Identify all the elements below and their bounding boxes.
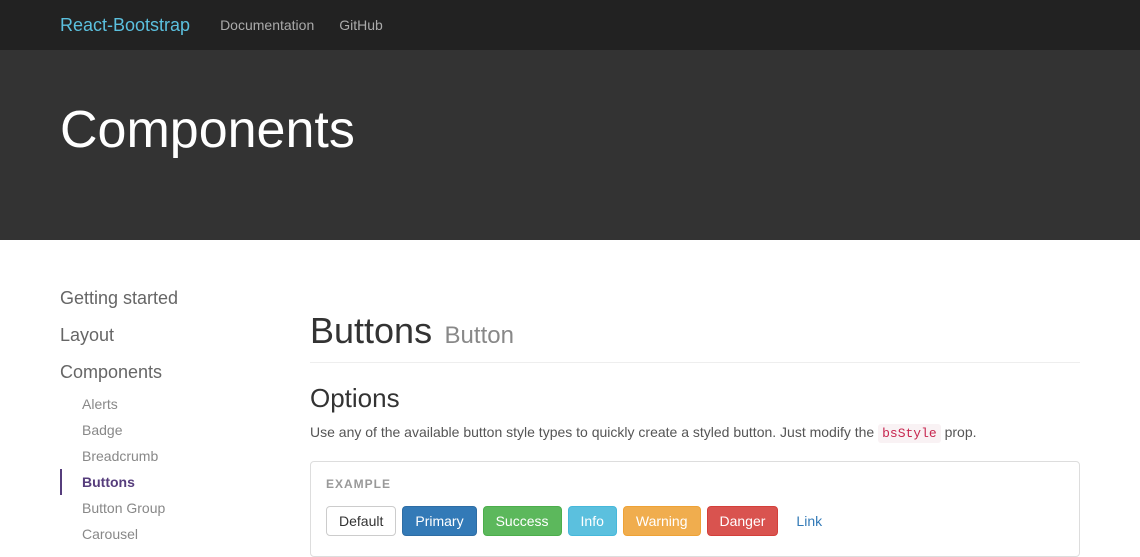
main: Buttons Button Options Use any of the av… — [290, 280, 1080, 557]
navbar: React-Bootstrap Documentation GitHub — [0, 0, 1140, 50]
default-button[interactable]: Default — [326, 506, 396, 536]
danger-button[interactable]: Danger — [707, 506, 779, 536]
page-header: Buttons Button — [310, 310, 1080, 363]
sidebar-item-breadcrumb[interactable]: Breadcrumb — [60, 443, 290, 469]
hero: Components — [0, 50, 1140, 240]
sidebar-item-carousel[interactable]: Carousel — [60, 521, 290, 547]
desc-text-post: prop. — [945, 424, 977, 440]
sidebar-item-alerts[interactable]: Alerts — [60, 391, 290, 417]
content: Getting started Layout Components Alerts… — [0, 240, 1140, 557]
sidebar-item-button-group[interactable]: Button Group — [60, 495, 290, 521]
link-button[interactable]: Link — [784, 507, 834, 535]
sidebar-section-layout[interactable]: Layout — [60, 317, 290, 354]
sidebar: Getting started Layout Components Alerts… — [60, 280, 290, 557]
example-label: EXAMPLE — [326, 477, 1064, 491]
success-button[interactable]: Success — [483, 506, 562, 536]
desc-text-pre: Use any of the available button style ty… — [310, 424, 878, 440]
primary-button[interactable]: Primary — [402, 506, 476, 536]
info-button[interactable]: Info — [568, 506, 617, 536]
button-row: DefaultPrimarySuccessInfoWarningDangerLi… — [326, 506, 1064, 536]
sidebar-section-components[interactable]: Components — [60, 354, 290, 391]
page-subtitle: Button — [445, 322, 514, 349]
code-prop: bsStyle — [878, 424, 941, 443]
nav-link-documentation[interactable]: Documentation — [220, 17, 314, 33]
example-box: EXAMPLE DefaultPrimarySuccessInfoWarning… — [310, 461, 1080, 557]
sidebar-item-badge[interactable]: Badge — [60, 417, 290, 443]
section-description: Use any of the available button style ty… — [310, 424, 1080, 441]
warning-button[interactable]: Warning — [623, 506, 701, 536]
section-title: Options — [310, 383, 1080, 414]
hero-title: Components — [60, 100, 1080, 160]
navbar-brand[interactable]: React-Bootstrap — [60, 15, 190, 36]
nav-link-github[interactable]: GitHub — [339, 17, 383, 33]
page-title: Buttons — [310, 310, 432, 351]
sidebar-item-buttons[interactable]: Buttons — [60, 469, 290, 495]
sidebar-section-getting-started[interactable]: Getting started — [60, 280, 290, 317]
